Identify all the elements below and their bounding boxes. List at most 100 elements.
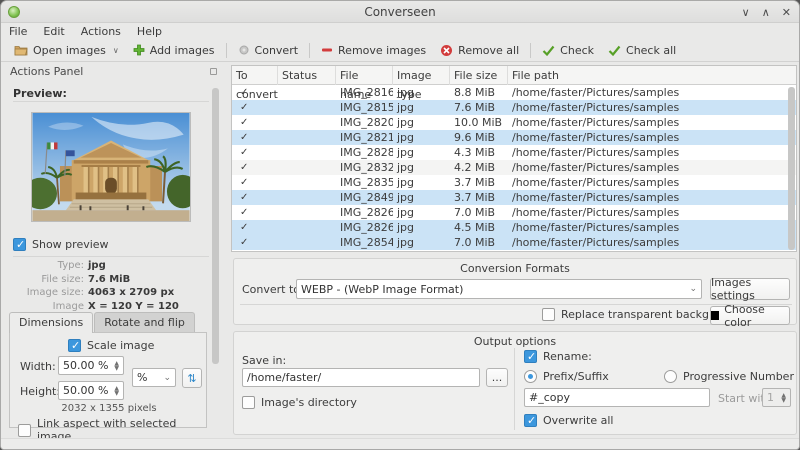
tab-rotate-flip[interactable]: Rotate and flip — [94, 312, 195, 333]
convert-button[interactable]: Convert — [231, 42, 306, 59]
cell-file-name: IMG_2826-M... — [340, 221, 393, 234]
divider — [13, 256, 209, 257]
close-icon[interactable]: ✕ — [782, 7, 791, 18]
table-row[interactable]: ✓ IMG_2835.jpg jpg 3.7 MiB /home/faster/… — [232, 175, 796, 190]
col-status[interactable]: Status — [278, 66, 336, 85]
row-check-icon[interactable]: ✓ — [232, 205, 278, 220]
table-row[interactable]: ✓ IMG_2849.jpg jpg 3.7 MiB /home/faster/… — [232, 190, 796, 205]
table-row[interactable]: ✓ IMG_2826.jpg jpg 7.0 MiB /home/faster/… — [232, 205, 796, 220]
overwrite-all-checkbox[interactable]: Overwrite all — [524, 414, 613, 427]
images-directory-checkbox-box[interactable] — [242, 396, 255, 409]
images-directory-checkbox[interactable]: Image's directory — [242, 396, 357, 409]
start-with-value: 1 — [767, 391, 774, 404]
table-row[interactable]: ✓ IMG_2828.jpg jpg 4.3 MiB /home/faster/… — [232, 145, 796, 160]
cell-image-type: jpg — [397, 116, 415, 129]
menu-actions[interactable]: Actions — [81, 25, 121, 38]
check-all-icon — [608, 45, 621, 56]
col-to-convert[interactable]: To convert — [232, 66, 278, 101]
table-row[interactable]: ✓ IMG_2826-M... jpg 4.5 MiB /home/faster… — [232, 220, 796, 235]
row-check-icon[interactable]: ✓ — [232, 175, 278, 190]
cell-file-size: 4.5 MiB — [454, 221, 496, 234]
menu-file[interactable]: File — [9, 25, 27, 38]
row-check-icon[interactable]: ✓ — [232, 190, 278, 205]
cell-file-size: 7.0 MiB — [454, 206, 496, 219]
col-file-size[interactable]: File size — [450, 66, 508, 85]
overwrite-all-checkbox-box[interactable] — [524, 414, 537, 427]
replace-transparent-checkbox-box[interactable] — [542, 308, 555, 321]
table-row[interactable]: ✓ IMG_2815.jpg jpg 7.6 MiB /home/faster/… — [232, 100, 796, 115]
show-preview-checkbox[interactable]: Show preview — [13, 238, 109, 251]
choose-color-button[interactable]: Choose color — [710, 303, 790, 329]
cell-file-path: /home/faster/Pictures/samples — [512, 191, 680, 204]
cell-image-type: jpg — [397, 221, 415, 234]
table-row[interactable]: ✓ IMG_2832.jpg jpg 4.2 MiB /home/faster/… — [232, 160, 796, 175]
row-check-icon[interactable]: ✓ — [232, 145, 278, 160]
scale-image-checkbox-box[interactable] — [68, 339, 81, 352]
cell-file-path: /home/faster/Pictures/samples — [512, 206, 680, 219]
col-image-type[interactable]: Image type — [393, 66, 450, 101]
spinner-arrows-icon[interactable]: ▲ ▼ — [114, 360, 119, 371]
width-spinbox[interactable]: 50.00 % ▲ ▼ — [58, 356, 124, 375]
row-check-icon[interactable]: ✓ — [232, 85, 278, 100]
check-label: Check — [560, 43, 595, 57]
check-button[interactable]: Check — [535, 42, 601, 59]
unit-combobox[interactable]: % ⌄ — [132, 368, 176, 387]
row-check-icon[interactable]: ✓ — [232, 235, 278, 250]
rename-checkbox[interactable]: Rename: — [524, 350, 592, 363]
check-all-button[interactable]: Check all — [601, 42, 683, 59]
progressive-number-radio[interactable]: Progressive Number — [664, 370, 794, 383]
maximize-icon[interactable]: ∧ — [762, 7, 770, 18]
menu-bar: File Edit Actions Help — [1, 23, 799, 39]
panel-scrollbar[interactable] — [212, 88, 219, 364]
table-row[interactable]: ✓ IMG_2854-2.j... jpg 7.0 MiB /home/fast… — [232, 235, 796, 250]
scale-image-checkbox[interactable]: Scale image — [68, 339, 154, 352]
cell-status — [278, 145, 336, 160]
save-in-value: /home/faster/ — [247, 371, 322, 384]
prefix-suffix-radio-circle[interactable] — [524, 370, 537, 383]
tab-dimensions[interactable]: Dimensions — [9, 312, 94, 333]
images-settings-button[interactable]: Images settings — [710, 276, 790, 302]
cell-status — [278, 130, 336, 145]
row-check-icon[interactable]: ✓ — [232, 220, 278, 235]
add-images-button[interactable]: Add images — [126, 42, 222, 59]
minimize-icon[interactable]: ∨ — [742, 7, 750, 18]
table-scrollbar[interactable] — [788, 87, 795, 250]
progressive-number-radio-circle[interactable] — [664, 370, 677, 383]
prefix-suffix-radio[interactable]: Prefix/Suffix — [524, 370, 609, 383]
format-combobox[interactable]: WEBP - (WebP Image Format) ⌄ — [296, 279, 702, 299]
rename-checkbox-box[interactable] — [524, 350, 537, 363]
rename-pattern-field[interactable]: #_copy — [524, 388, 710, 407]
divider — [13, 101, 209, 102]
cell-status — [278, 160, 336, 175]
start-with-spinbox[interactable]: 1 ▲ ▼ — [762, 388, 791, 407]
link-aspect-checkbox-box[interactable] — [18, 423, 31, 437]
save-in-field[interactable]: /home/faster/ — [242, 368, 480, 387]
row-check-icon[interactable]: ✓ — [232, 160, 278, 175]
col-file-name[interactable]: File name — [336, 66, 393, 101]
prefix-suffix-label: Prefix/Suffix — [543, 370, 609, 383]
cell-file-name: IMG_2828.jpg — [340, 146, 393, 159]
row-check-icon[interactable]: ✓ — [232, 115, 278, 130]
height-label: Height: — [20, 385, 61, 398]
browse-button[interactable]: ... — [486, 368, 508, 387]
row-check-icon[interactable]: ✓ — [232, 100, 278, 115]
spinner-arrows-icon: ▲ ▼ — [781, 391, 786, 404]
table-row[interactable]: ✓ IMG_2820.jpg jpg 10.0 MiB /home/faster… — [232, 115, 796, 130]
open-images-button[interactable]: Open images ∨ — [7, 42, 126, 59]
cell-file-name: IMG_2821.jpg — [340, 131, 393, 144]
col-file-path[interactable]: File path — [508, 66, 796, 85]
menu-edit[interactable]: Edit — [43, 25, 64, 38]
images-directory-label: Image's directory — [261, 396, 357, 409]
show-preview-checkbox-box[interactable] — [13, 238, 26, 251]
height-spinbox[interactable]: 50.00 % ▲ ▼ — [58, 381, 124, 400]
remove-images-button[interactable]: Remove images — [314, 42, 433, 59]
spinner-arrows-icon[interactable]: ▲ ▼ — [114, 385, 119, 396]
remove-all-button[interactable]: Remove all — [433, 42, 526, 59]
menu-help[interactable]: Help — [137, 25, 162, 38]
image-size-value: 4063 x 2709 px — [88, 287, 175, 298]
row-check-icon[interactable]: ✓ — [232, 130, 278, 145]
table-row[interactable]: ✓ IMG_2816.jpg jpg 8.8 MiB /home/faster/… — [232, 85, 796, 100]
table-row[interactable]: ✓ IMG_2821.jpg jpg 9.6 MiB /home/faster/… — [232, 130, 796, 145]
dock-float-icon[interactable] — [210, 67, 217, 75]
swap-dimensions-button[interactable]: ⇅ — [182, 368, 202, 388]
